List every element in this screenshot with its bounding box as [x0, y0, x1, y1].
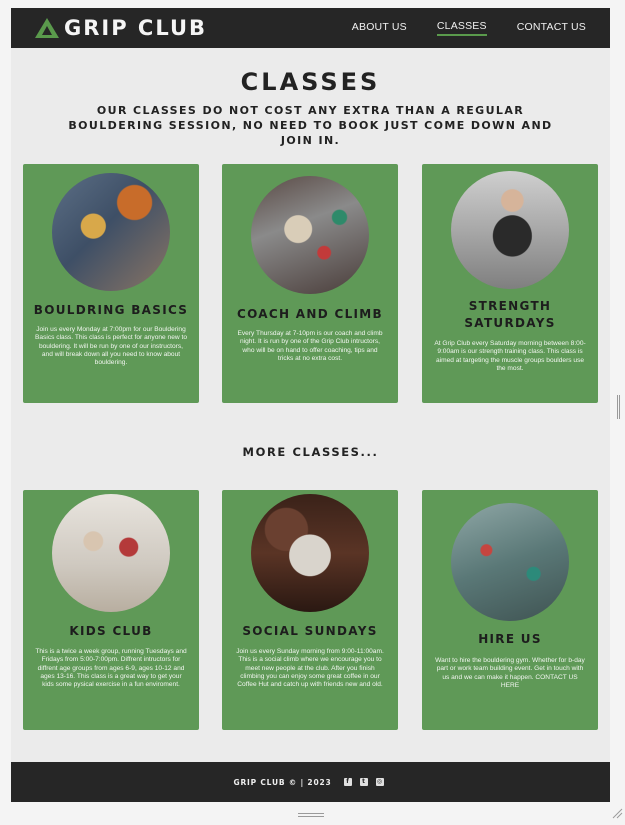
class-card-strength-saturdays: Strength Saturdays At Grip Club every Sa… [422, 164, 598, 403]
bouldering-basics-photo [52, 173, 170, 291]
page-subtitle: Our classes do not cost any extra than a… [68, 104, 553, 147]
instagram-icon[interactable]: ◎ [375, 778, 384, 786]
coach-and-climb-photo [251, 176, 369, 294]
class-card-social-sundays: Social Sundays Join us every Sunday morn… [222, 490, 398, 730]
class-card-coach-and-climb: Coach and Climb Every Thursday at 7-10pm… [222, 164, 398, 403]
nav-link-contact[interactable]: Contact Us [517, 21, 586, 35]
card-description: Join us every Sunday morning from 9:00-1… [236, 648, 384, 689]
page-frame: Grip Club About Us Classes Contact Us Cl… [11, 8, 610, 802]
site-footer: Grip Club © | 2023 f t ◎ [11, 762, 610, 802]
mountain-logo-icon [35, 18, 59, 38]
resize-grip-icon[interactable] [612, 808, 623, 819]
card-description: Every Thursday at 7-10pm is our coach an… [237, 330, 383, 362]
class-card-kids-club: Kids Club This is a twice a week group, … [23, 490, 199, 730]
brand-logo[interactable]: Grip Club [34, 16, 207, 40]
more-classes-heading: More Classes... [242, 445, 379, 459]
facebook-icon[interactable]: f [343, 778, 352, 786]
card-title: Hire Us [478, 632, 542, 646]
social-sundays-photo [251, 494, 369, 612]
hire-us-photo [451, 503, 569, 621]
social-links: f t ◎ [340, 778, 388, 786]
class-card-bouldering-basics: Bouldring Basics Join us every Monday at… [23, 164, 199, 403]
card-title: Bouldring Basics [33, 303, 189, 317]
nav-link-classes[interactable]: Classes [436, 20, 487, 36]
card-title: Kids Club [69, 624, 153, 638]
strength-saturdays-photo [451, 171, 569, 289]
top-nav: Grip Club About Us Classes Contact Us [11, 8, 610, 48]
bottom-resize-handle[interactable] [298, 813, 324, 817]
class-card-hire-us: Hire Us Want to hire the bouldering gym.… [422, 490, 598, 730]
card-title: Coach and Climb [237, 307, 383, 321]
nav-link-about[interactable]: About Us [352, 21, 407, 35]
kids-club-photo [52, 494, 170, 612]
footer-copyright: Grip Club © | 2023 [233, 777, 332, 787]
card-description: At Grip Club every Saturday morning betw… [434, 340, 586, 372]
side-resize-handle[interactable] [617, 395, 620, 419]
card-title: Strength Saturdays [464, 299, 556, 330]
page-title: Classes [240, 68, 381, 96]
card-description: This is a twice a week group, running Tu… [35, 648, 187, 689]
card-description[interactable]: Want to hire the bouldering gym. Whether… [434, 657, 586, 690]
card-description: Join us every Monday at 7:00pm for our B… [35, 326, 187, 367]
twitter-icon[interactable]: t [359, 778, 368, 786]
brand-name: Grip Club [64, 16, 208, 40]
card-title: Social Sundays [242, 624, 378, 638]
nav-links: About Us Classes Contact Us [322, 8, 586, 48]
